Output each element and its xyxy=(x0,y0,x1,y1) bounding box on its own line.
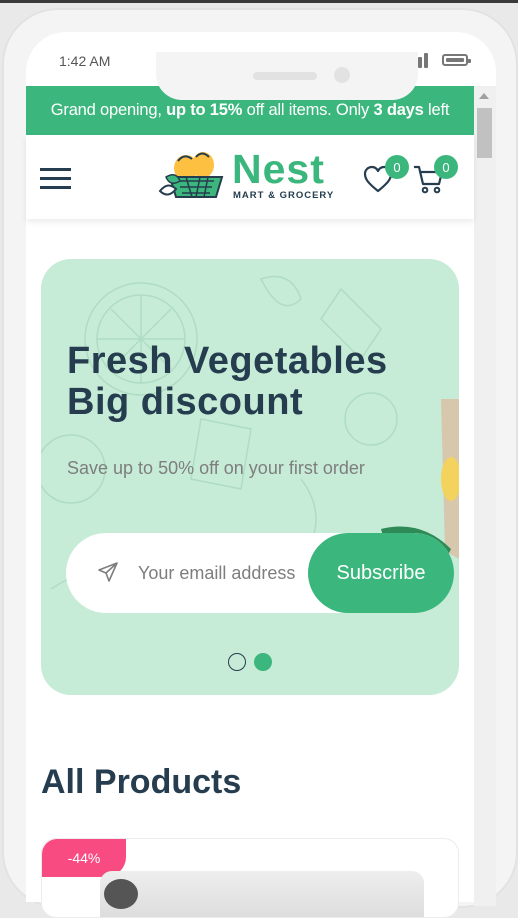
logo-wordmark: Nest xyxy=(232,146,325,192)
site-logo[interactable]: Nest MART & GROCERY xyxy=(156,146,336,203)
hero-subtitle: Save up to 50% off on your first order xyxy=(67,458,365,478)
phone-notch xyxy=(156,52,418,100)
slider-dot-2[interactable] xyxy=(254,653,272,671)
window-top-edge xyxy=(0,0,518,3)
paper-plane-icon xyxy=(98,562,118,582)
announcement-prefix: Grand opening, xyxy=(50,101,167,119)
slider-dot-1[interactable] xyxy=(228,653,246,671)
cart-button[interactable]: 0 xyxy=(412,155,458,195)
hero-slider: Fresh Vegetables Big discount Save up to… xyxy=(41,259,459,695)
hero-title-line-1: Fresh Vegetables xyxy=(67,340,388,382)
announcement-discount: up to 15% xyxy=(166,101,243,119)
newsletter-form: Subscribe xyxy=(66,533,454,613)
speaker-grille xyxy=(253,72,317,80)
logo-tagline: MART & GROCERY xyxy=(233,190,335,201)
battery-icon xyxy=(442,54,471,66)
page-scrollbar[interactable] xyxy=(474,86,496,906)
front-camera xyxy=(334,67,350,83)
announcement-suffix: left xyxy=(423,101,450,119)
cart-count-badge: 0 xyxy=(434,155,458,179)
wishlist-count-badge: 0 xyxy=(385,155,409,179)
scrollbar-thumb[interactable] xyxy=(477,108,492,158)
hamburger-menu-icon[interactable] xyxy=(40,166,72,190)
wishlist-button[interactable]: 0 xyxy=(363,155,409,195)
announcement-middle: off all items. Only xyxy=(242,101,374,119)
announcement-days: 3 days xyxy=(373,101,424,119)
scroll-up-arrow-icon[interactable] xyxy=(479,93,489,99)
product-card[interactable]: -44% xyxy=(41,838,459,918)
hero-title-line-2: Big discount xyxy=(67,381,304,423)
slider-pagination xyxy=(228,653,276,673)
section-title-all-products: All Products xyxy=(41,763,242,801)
hero-title: Fresh Vegetables Big discount xyxy=(67,341,388,423)
status-time: 1:42 AM xyxy=(59,53,111,69)
basket-logo-icon xyxy=(158,152,224,198)
subscribe-button[interactable]: Subscribe xyxy=(308,533,454,613)
product-image[interactable] xyxy=(100,871,424,917)
site-header: Nest MART & GROCERY 0 0 xyxy=(26,135,474,219)
email-input[interactable] xyxy=(138,553,304,593)
